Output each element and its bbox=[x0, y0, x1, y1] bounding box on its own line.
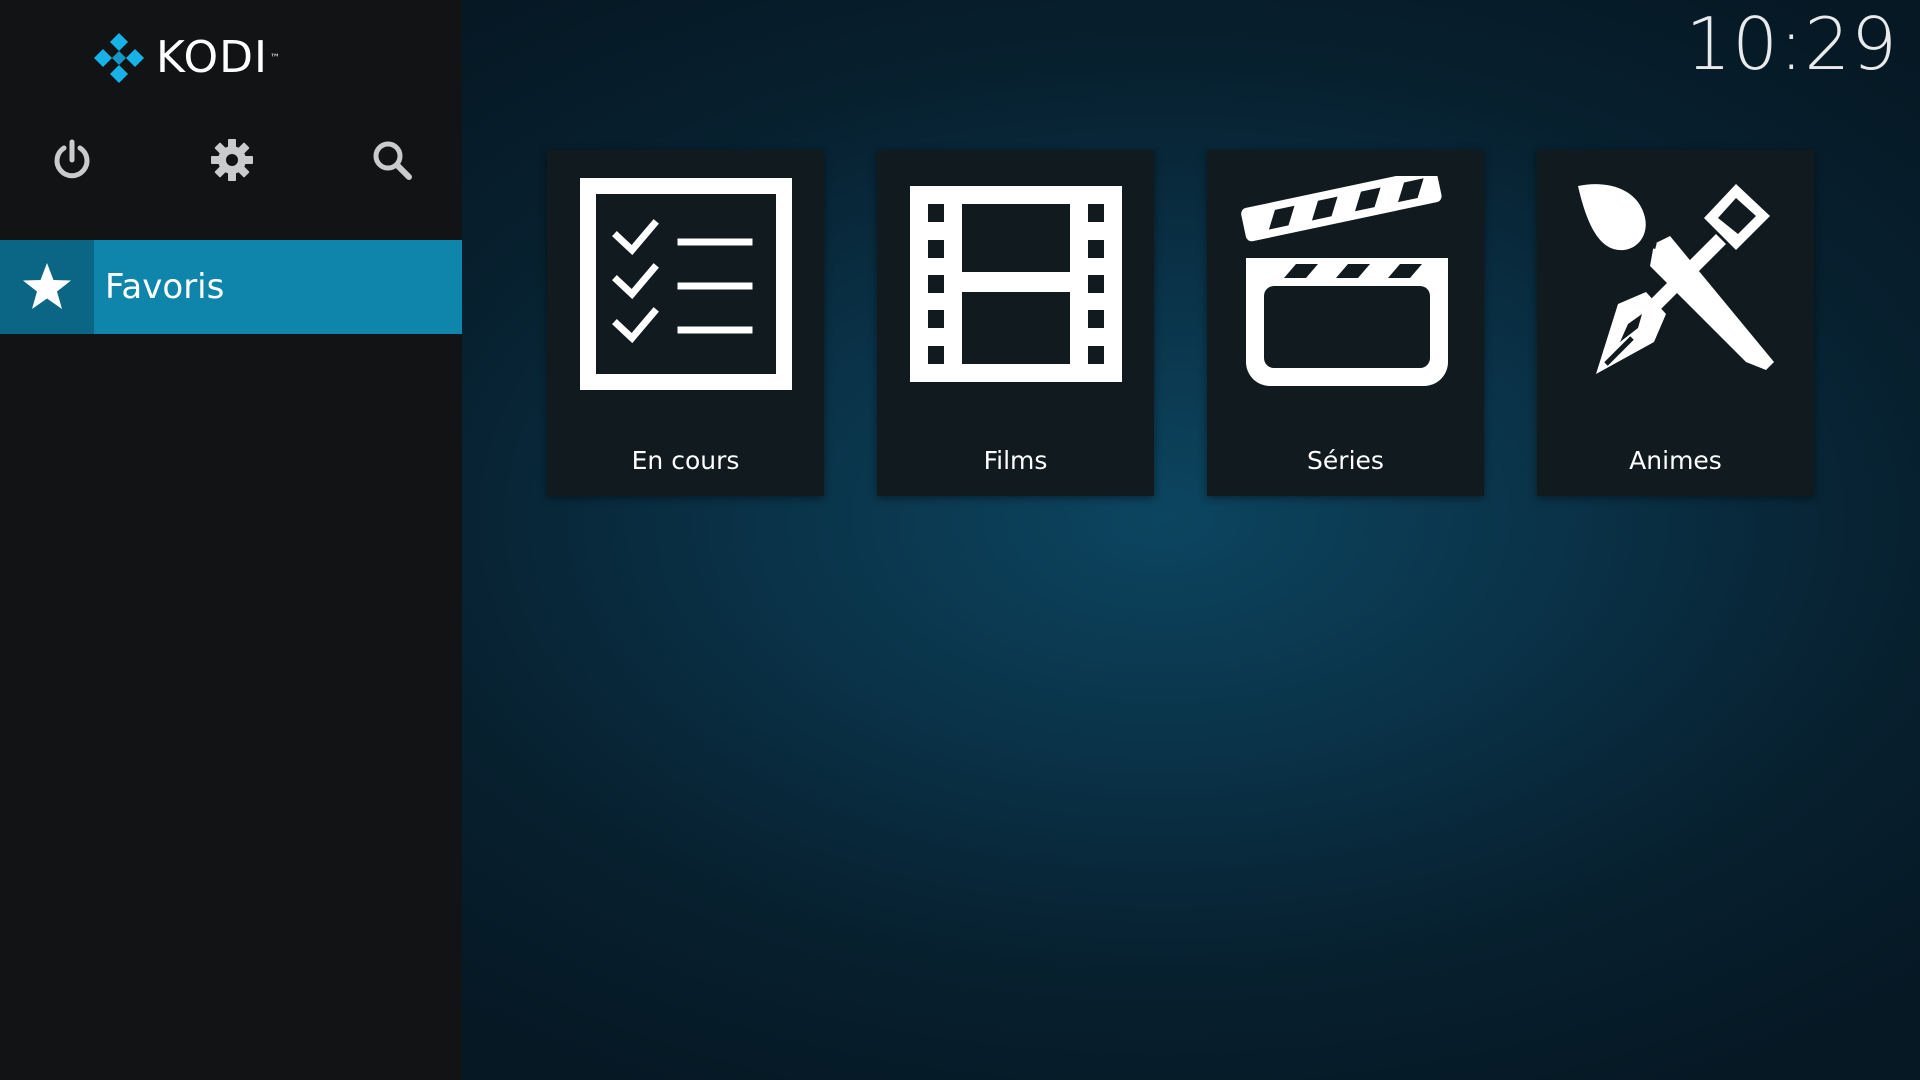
clock: 10:29 bbox=[1685, 2, 1898, 86]
settings-button[interactable] bbox=[200, 128, 264, 192]
kodi-logo: KODI ™ bbox=[92, 30, 280, 86]
kodi-home-screen: KODI ™ Favoris 10:29 En cours Films Séri… bbox=[0, 0, 1920, 1080]
trademark-symbol: ™ bbox=[269, 52, 280, 64]
film-strip-icon bbox=[909, 186, 1122, 382]
tile-animes[interactable]: Animes bbox=[1537, 150, 1814, 496]
tile-en-cours[interactable]: En cours bbox=[547, 150, 824, 496]
star-icon bbox=[23, 263, 71, 309]
tile-label: Animes bbox=[1629, 446, 1722, 475]
power-button[interactable] bbox=[40, 128, 104, 192]
tile-series[interactable]: Séries bbox=[1207, 150, 1484, 496]
tile-icon-container bbox=[547, 150, 824, 418]
tile-icon-container bbox=[1537, 150, 1814, 418]
tile-icon-container bbox=[877, 150, 1154, 418]
main-content: 10:29 En cours Films Séries Animes bbox=[462, 0, 1920, 1080]
tile-label: Films bbox=[983, 446, 1048, 475]
tile-films[interactable]: Films bbox=[877, 150, 1154, 496]
brush-pen-icon bbox=[1577, 184, 1774, 374]
gear-icon bbox=[211, 139, 253, 181]
kodi-logo-icon bbox=[94, 33, 144, 83]
power-icon bbox=[54, 139, 90, 179]
sidebar-item-favoris[interactable]: Favoris bbox=[0, 240, 462, 334]
tile-label: En cours bbox=[631, 446, 740, 475]
sidebar: KODI ™ Favoris bbox=[0, 0, 462, 1080]
tile-icon-container bbox=[1207, 150, 1484, 418]
search-icon bbox=[373, 141, 412, 180]
app-name: KODI bbox=[156, 32, 268, 83]
search-button[interactable] bbox=[360, 128, 424, 192]
sidebar-item-label: Favoris bbox=[105, 267, 225, 307]
clapperboard-icon bbox=[1240, 176, 1448, 386]
tile-label: Séries bbox=[1307, 446, 1384, 475]
sidebar-item-icon-box bbox=[0, 240, 94, 334]
checklist-icon bbox=[579, 178, 792, 390]
